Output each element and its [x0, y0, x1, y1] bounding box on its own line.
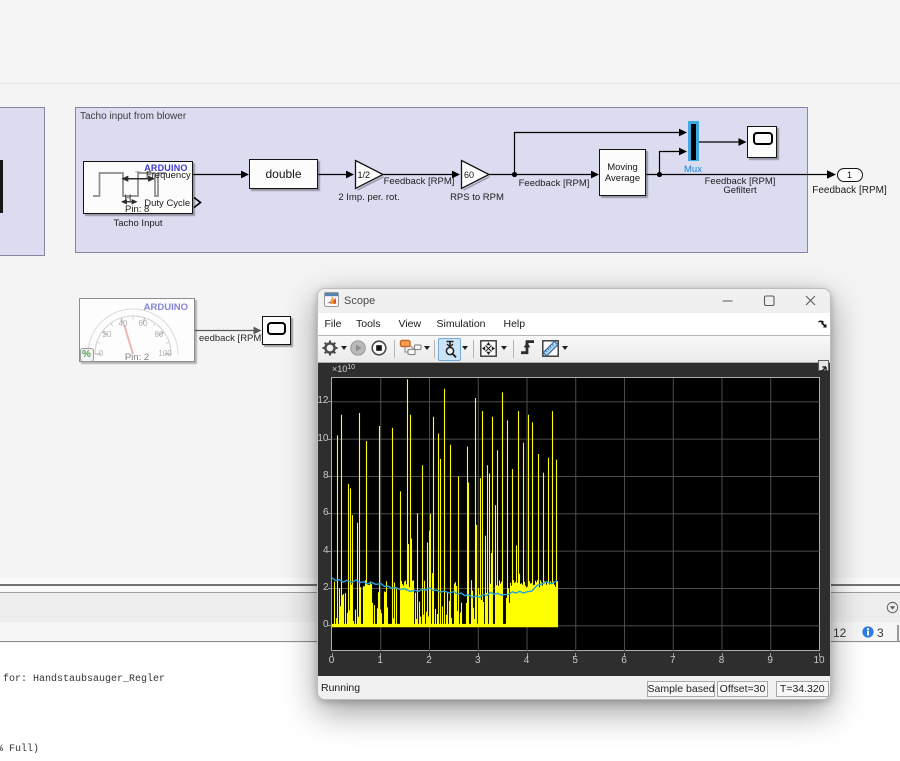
svg-text:60: 60 [464, 170, 474, 180]
svg-text:1/2: 1/2 [358, 170, 371, 180]
